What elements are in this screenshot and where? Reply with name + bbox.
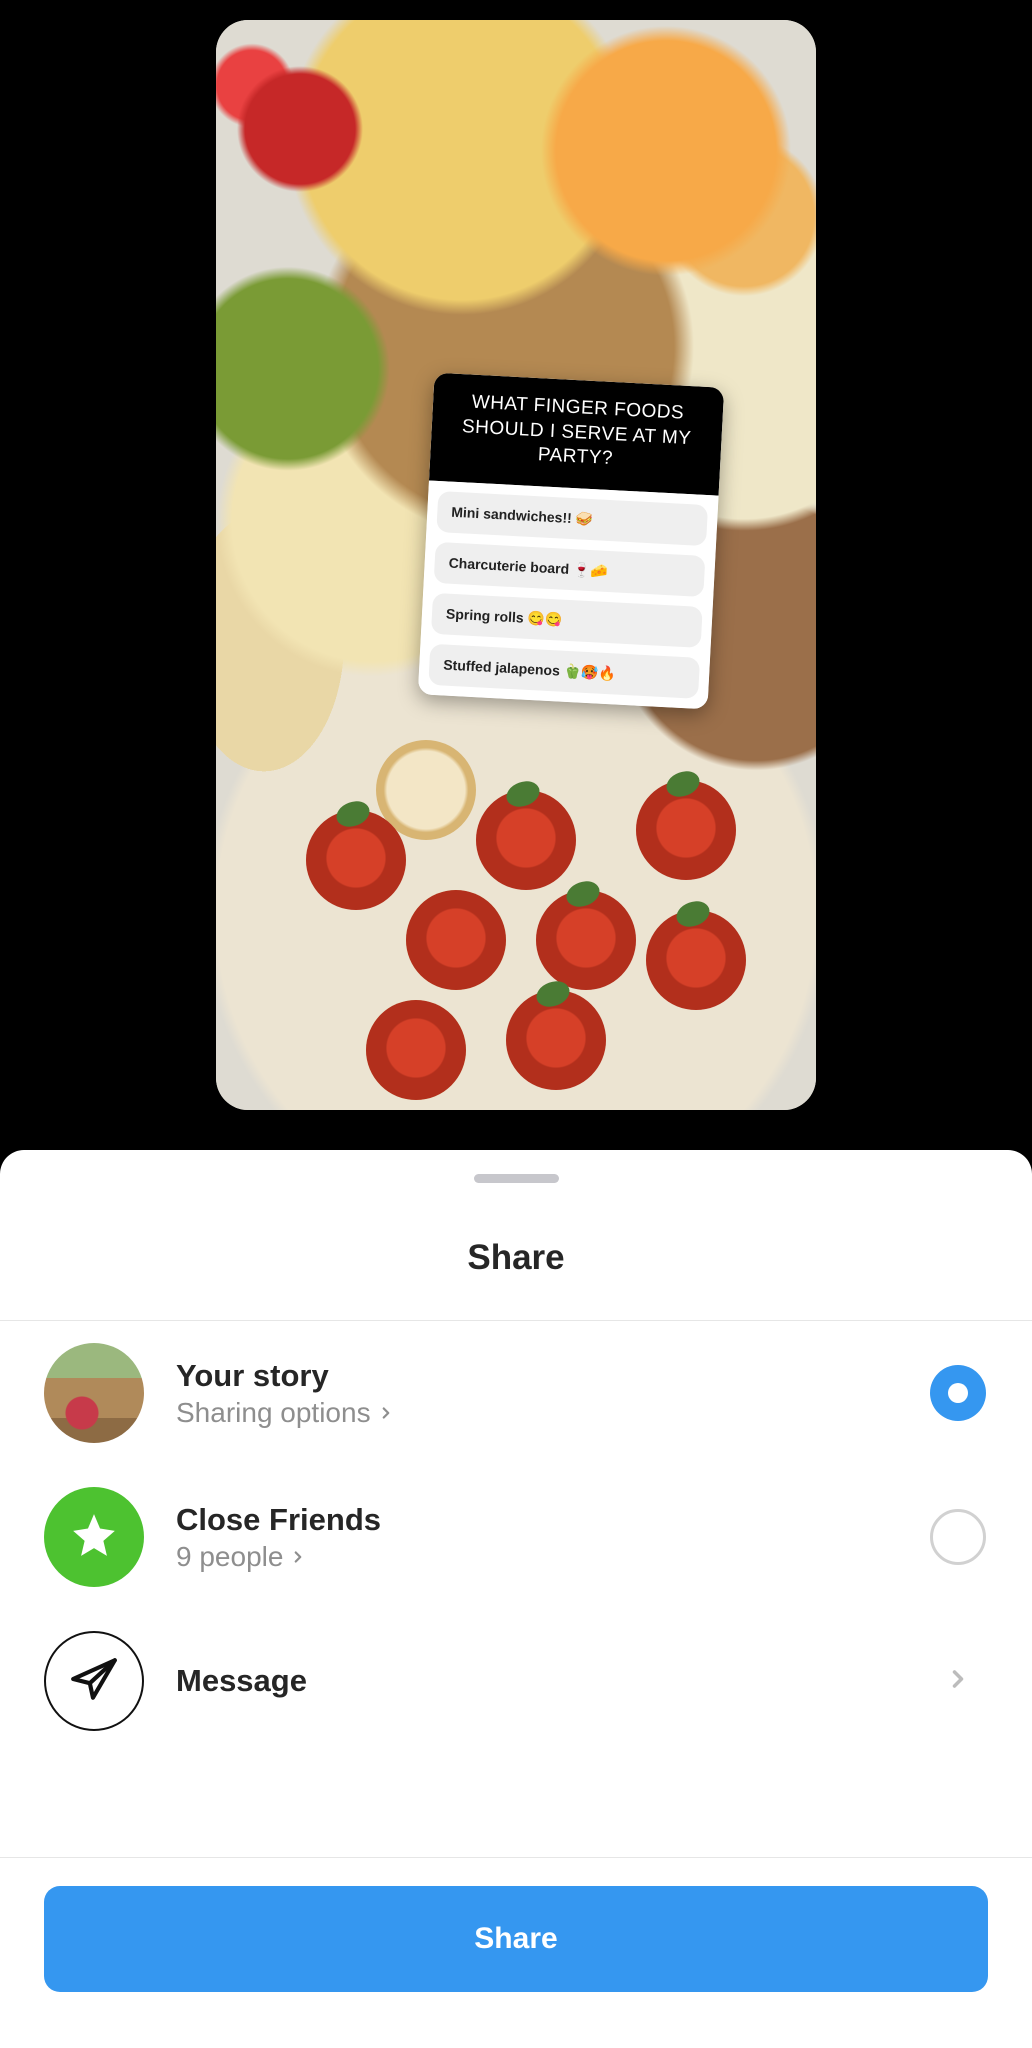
star-icon [69,1510,119,1565]
story-preview-area: WHAT FINGER FOODS SHOULD I SERVE AT MY P… [0,0,1032,1150]
close-friends-subtitle: 9 people [176,1541,283,1573]
food-item [506,990,606,1090]
poll-sticker[interactable]: WHAT FINGER FOODS SHOULD I SERVE AT MY P… [418,373,724,710]
message-avatar [44,1631,144,1731]
close-friends-radio[interactable] [930,1509,986,1565]
poll-option[interactable]: Spring rolls 😋😋 [431,593,703,648]
share-button[interactable]: Share [44,1886,988,1992]
food-item [406,890,506,990]
poll-option[interactable]: Charcuterie board 🍷🧀 [434,542,706,597]
chevron-right-icon [944,1665,972,1698]
food-item [476,790,576,890]
food-item [366,1000,466,1100]
food-item [646,910,746,1010]
poll-question: WHAT FINGER FOODS SHOULD I SERVE AT MY P… [429,373,724,496]
share-sheet: Share Your story Sharing options [0,1150,1032,2048]
sheet-title: Share [0,1183,1032,1320]
your-story-avatar [44,1343,144,1443]
poll-option[interactable]: Stuffed jalapenos 🫑🥵🔥 [428,644,700,699]
your-story-subtitle: Sharing options [176,1397,371,1429]
close-friends-subtitle-link[interactable]: 9 people [176,1541,928,1573]
sheet-footer: Share [0,1857,1032,2048]
poll-option[interactable]: Mini sandwiches!! 🥪 [436,491,708,546]
story-preview-card[interactable]: WHAT FINGER FOODS SHOULD I SERVE AT MY P… [216,20,816,1110]
share-option-close-friends[interactable]: Close Friends 9 people [0,1465,1032,1609]
paper-plane-icon [69,1654,119,1709]
your-story-title: Your story [176,1357,928,1394]
food-item [536,890,636,990]
food-item [306,810,406,910]
chevron-right-icon [289,1541,307,1573]
close-friends-title: Close Friends [176,1501,928,1538]
food-item [636,780,736,880]
share-options-list: Your story Sharing options Close Frien [0,1321,1032,1857]
share-option-your-story[interactable]: Your story Sharing options [0,1321,1032,1465]
share-option-message[interactable]: Message [0,1609,1032,1753]
chevron-right-icon [377,1397,395,1429]
sheet-drag-handle[interactable] [474,1174,559,1183]
close-friends-avatar [44,1487,144,1587]
your-story-radio[interactable] [930,1365,986,1421]
your-story-subtitle-link[interactable]: Sharing options [176,1397,928,1429]
poll-options: Mini sandwiches!! 🥪 Charcuterie board 🍷🧀… [418,481,719,710]
message-title: Message [176,1662,928,1699]
